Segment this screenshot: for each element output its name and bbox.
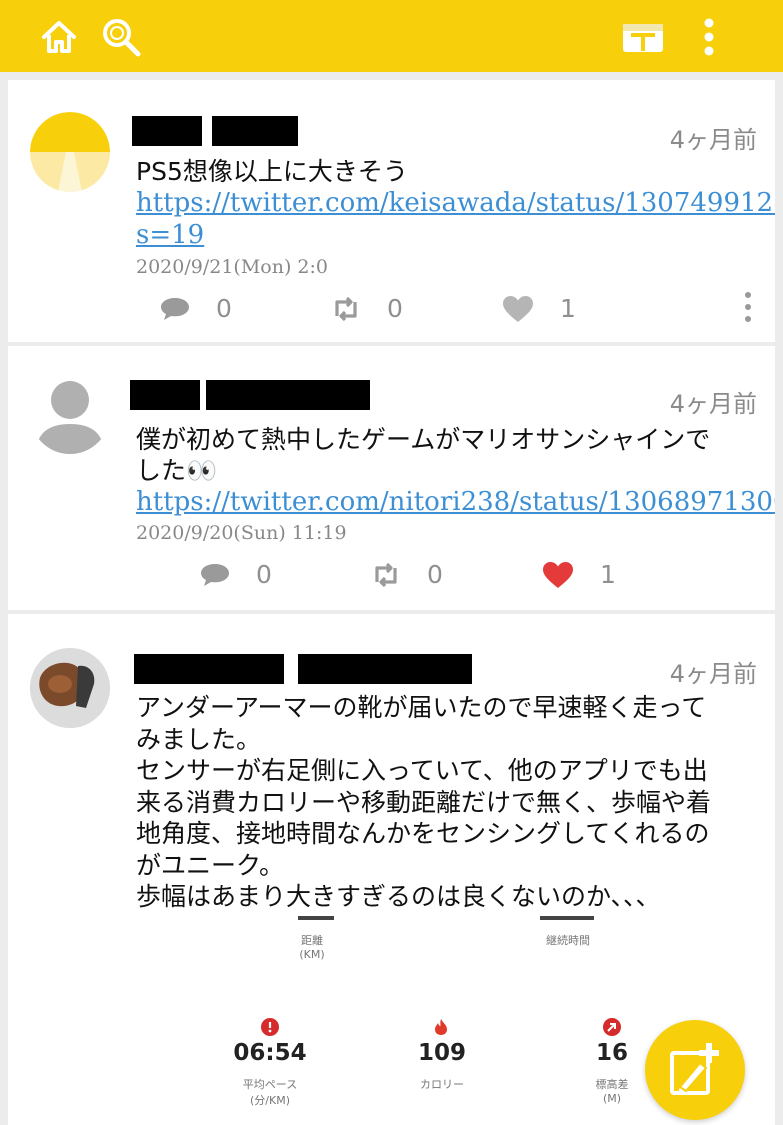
more-vert-icon — [704, 18, 714, 56]
elevation-unit: (M) — [602, 1092, 622, 1105]
post-text-line: がユニーク。 — [136, 850, 285, 880]
post-body: 僕が初めて熱中したゲームがマリオサンシャインで した👀 https://twit… — [136, 424, 775, 518]
user-id-redacted — [298, 654, 472, 684]
compose-icon — [670, 1043, 719, 1095]
post-text-line: センサーが右足側に入っていて、他のアプリでも出 — [136, 756, 708, 785]
pace-label: 平均ペース — [242, 1078, 298, 1091]
post-date: 2020/9/20(Sun) 11:19 — [136, 522, 347, 544]
more-dot — [745, 292, 751, 298]
elevation-icon — [603, 1018, 621, 1036]
retweet-icon — [335, 296, 357, 321]
post-text-line: アンダーアーマーの靴が届いたので早速軽く走って — [136, 693, 707, 722]
post-text: PS5想像以上に大きそう — [136, 157, 408, 186]
more-dot — [745, 316, 751, 322]
avatar-photo-icon — [30, 648, 110, 728]
duration-label: 継続時間 — [546, 934, 590, 947]
search-icon — [103, 19, 141, 57]
post-text-line-1: 僕が初めて熱中したゲームがマリオサンシャインで — [136, 425, 711, 454]
heart-icon — [543, 561, 573, 588]
post-more-button[interactable] — [743, 292, 753, 326]
home-icon — [42, 21, 76, 53]
post-text-line-2: した👀 — [136, 456, 218, 485]
post-date: 2020/9/21(Mon) 2:0 — [136, 256, 328, 278]
post-link[interactable]: https://twitter.com/keisawada/status/130… — [136, 187, 775, 251]
overflow-menu-button[interactable] — [686, 14, 732, 60]
avatar-logo-icon — [30, 112, 110, 192]
like-button[interactable]: 1 — [542, 560, 616, 589]
top-app-bar — [0, 0, 783, 72]
like-button[interactable]: 1 — [502, 294, 576, 323]
heart-icon — [503, 295, 533, 322]
compose-button[interactable] — [645, 1020, 745, 1120]
cropped-value — [540, 916, 594, 920]
post-link-line-2: s=19 — [136, 220, 205, 250]
reply-count: 0 — [216, 294, 232, 323]
home-button[interactable] — [36, 14, 82, 60]
post-link[interactable]: https://twitter.com/nitori238/status/130… — [136, 486, 775, 518]
post-link-line-1: https://twitter.com/nitori238/status/130… — [136, 487, 775, 517]
reply-count: 0 — [256, 560, 272, 589]
post-link-line-1: https://twitter.com/keisawada/status/130… — [136, 188, 775, 218]
calorie-label: カロリー — [420, 1078, 464, 1091]
post-time-ago: 4ヶ月前 — [669, 660, 757, 688]
post-text-line: 地角度、接地時間なんかをセンシングしてくれるの — [136, 819, 710, 848]
display-name-redacted — [130, 380, 200, 410]
avatar[interactable] — [30, 112, 110, 192]
pace-value: 06:54 — [233, 1040, 307, 1066]
reply-icon — [161, 297, 189, 320]
post-text-line: みました。 — [136, 724, 262, 754]
post-body: アンダーアーマーの靴が届いたので早速軽く走って みました。 センサーが右足側に入… — [136, 692, 753, 913]
retweet-count: 0 — [387, 294, 403, 323]
more-dot — [745, 304, 751, 310]
post-text-line: 来る消費カロリーや移動距離だけで無く、歩幅や着 — [136, 787, 712, 817]
distance-label: 距離 — [301, 934, 323, 947]
display-name-redacted — [134, 654, 284, 684]
search-button[interactable] — [98, 14, 144, 60]
app-logo-icon — [623, 24, 663, 52]
timeline-feed[interactable]: 4ヶ月前 PS5想像以上に大きそう https://twitter.com/ke… — [8, 72, 775, 1125]
display-name-redacted — [132, 116, 202, 146]
reply-button[interactable]: 0 — [200, 560, 272, 589]
post-time-ago: 4ヶ月前 — [669, 126, 757, 154]
post-card[interactable]: 4ヶ月前 僕が初めて熱中したゲームがマリオサンシャインで した👀 https:/… — [8, 346, 775, 610]
user-id-redacted — [212, 116, 298, 146]
pace-unit: (分/KM) — [250, 1094, 290, 1107]
reply-button[interactable]: 0 — [160, 294, 232, 323]
cropped-value — [298, 916, 334, 920]
retweet-button[interactable]: 0 — [331, 294, 403, 323]
reply-icon — [201, 563, 229, 586]
post-text-line: 歩幅はあまり大きすぎるのは良くないのか、、、 — [136, 882, 661, 911]
post-time-ago: 4ヶ月前 — [669, 390, 757, 418]
avatar[interactable] — [30, 648, 110, 728]
pace-icon — [261, 1018, 279, 1036]
flame-icon — [435, 1019, 447, 1035]
retweet-count: 0 — [427, 560, 443, 589]
avatar[interactable] — [30, 374, 110, 454]
distance-unit: (KM) — [299, 948, 325, 961]
post-body: PS5想像以上に大きそう https://twitter.com/keisawa… — [136, 156, 775, 251]
post-card[interactable]: 4ヶ月前 PS5想像以上に大きそう https://twitter.com/ke… — [8, 80, 775, 342]
app-logo-button[interactable] — [620, 14, 666, 60]
user-id-redacted — [206, 380, 370, 410]
retweet-icon — [375, 562, 397, 587]
default-user-icon — [36, 381, 104, 454]
retweet-button[interactable]: 0 — [371, 560, 443, 589]
like-count: 1 — [600, 560, 616, 589]
like-count: 1 — [560, 294, 576, 323]
calorie-value: 109 — [417, 1040, 466, 1066]
